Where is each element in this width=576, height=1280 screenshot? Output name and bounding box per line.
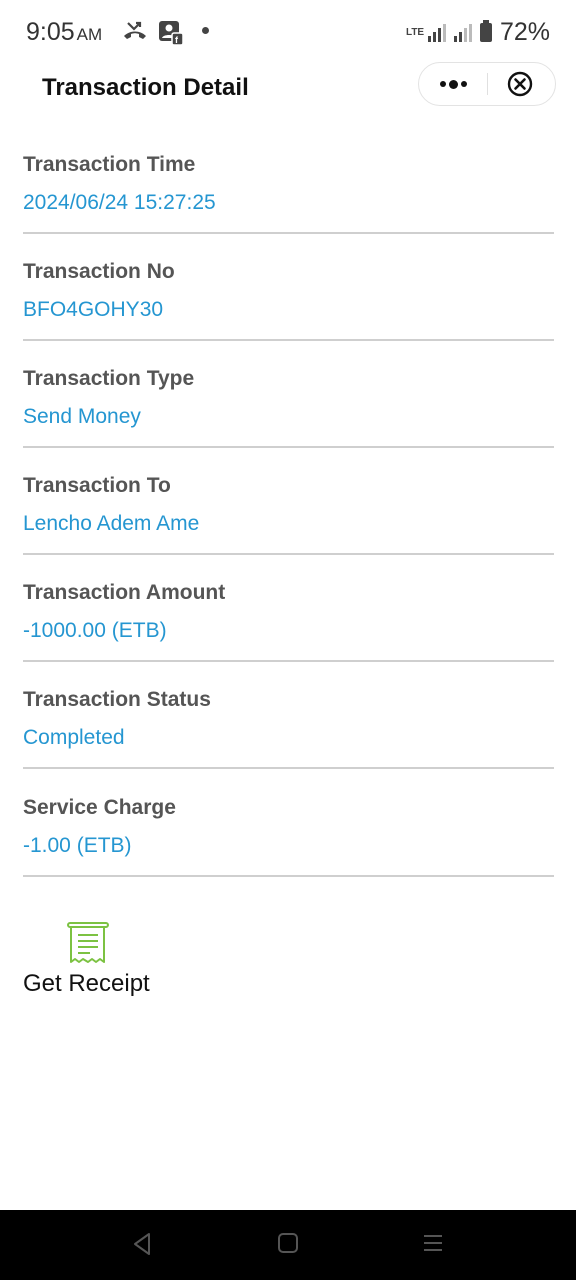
back-icon[interactable] [131, 1231, 153, 1257]
capsule-divider [487, 73, 488, 95]
detail-row-number: Transaction No BFO4GOHY30 [23, 234, 554, 341]
header: Transaction Detail [0, 60, 576, 116]
detail-label: Transaction No [23, 260, 175, 283]
detail-label: Transaction Time [23, 153, 196, 176]
page-title: Transaction Detail [42, 74, 249, 101]
detail-value: Lencho Adem Ame [23, 512, 200, 535]
menu-icon[interactable] [421, 1231, 445, 1255]
clock-ampm: AM [76, 25, 103, 44]
detail-value: 2024/06/24 15:27:25 [23, 191, 216, 214]
clock: 9:05 AM [26, 18, 102, 47]
battery-icon [479, 20, 492, 42]
contact-card-icon: f [159, 21, 184, 46]
signal-icon-2 [453, 23, 472, 42]
detail-row-type: Transaction Type Send Money [23, 341, 554, 448]
detail-row-status: Transaction Status Completed [23, 662, 554, 769]
detail-row-service-charge: Service Charge -1.00 (ETB) [23, 770, 554, 877]
detail-row-time: Transaction Time 2024/06/24 15:27:25 [23, 127, 554, 234]
detail-label: Transaction To [23, 474, 171, 497]
close-circle-icon[interactable] [507, 71, 533, 97]
status-bar: 9:05 AM f LTE 72% [0, 0, 576, 64]
miniapp-capsule [418, 62, 556, 106]
detail-value: Completed [23, 726, 125, 749]
detail-label: Transaction Amount [23, 581, 226, 604]
detail-value: BFO4GOHY30 [23, 298, 164, 321]
status-right: LTE 72% [406, 18, 550, 47]
detail-label: Service Charge [23, 796, 176, 819]
detail-value: Send Money [23, 405, 141, 428]
home-icon[interactable] [276, 1231, 300, 1255]
missed-call-icon [124, 21, 146, 39]
detail-value: -1000.00 (ETB) [23, 619, 167, 642]
network-type: LTE [405, 27, 425, 38]
system-nav-bar [0, 1210, 576, 1280]
detail-row-amount: Transaction Amount -1000.00 (ETB) [23, 555, 554, 662]
get-receipt-button[interactable]: Get Receipt [23, 918, 183, 1008]
detail-label: Transaction Status [23, 688, 211, 711]
get-receipt-label: Get Receipt [23, 970, 150, 997]
clock-time: 9:05 [26, 18, 75, 46]
signal-icon [427, 23, 446, 42]
battery-percent: 72% [499, 18, 550, 46]
detail-value: -1.00 (ETB) [23, 834, 132, 857]
detail-label: Transaction Type [23, 367, 195, 390]
detail-row-recipient: Transaction To Lencho Adem Ame [23, 448, 554, 555]
more-icon[interactable] [419, 63, 487, 105]
receipt-icon [67, 922, 109, 963]
notification-dot-icon [202, 27, 209, 34]
